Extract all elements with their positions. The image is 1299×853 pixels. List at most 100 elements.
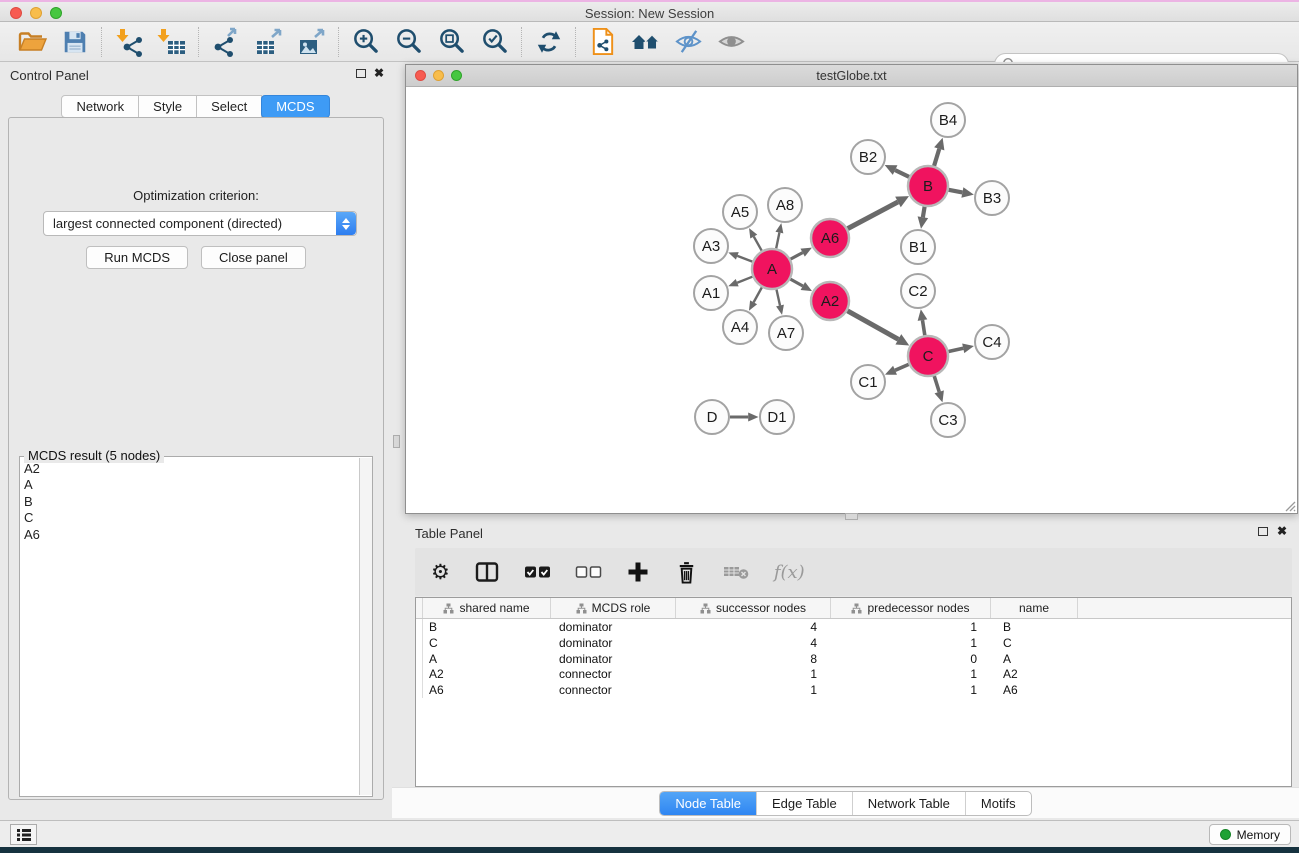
- tab-motifs[interactable]: Motifs: [965, 792, 1031, 815]
- tab-mcds[interactable]: MCDS: [261, 95, 329, 118]
- node-A3[interactable]: A3: [694, 229, 728, 263]
- list-item[interactable]: B: [24, 494, 354, 510]
- edge-D-D1[interactable]: [730, 413, 759, 422]
- table-row[interactable]: A6connector11A6: [416, 682, 1291, 698]
- table-row[interactable]: Adominator80A: [416, 651, 1291, 667]
- memory-button[interactable]: Memory: [1209, 824, 1291, 845]
- node-D[interactable]: D: [695, 400, 729, 434]
- tab-network-table[interactable]: Network Table: [852, 792, 965, 815]
- column-header[interactable]: MCDS role: [551, 598, 676, 618]
- deselect-all-button[interactable]: [575, 559, 602, 585]
- import-network-button[interactable]: [107, 25, 150, 59]
- import-table-button[interactable]: [150, 25, 193, 59]
- edge-A-A1[interactable]: [728, 277, 752, 287]
- edge-A-A7[interactable]: [776, 290, 784, 315]
- save-session-button[interactable]: [53, 25, 96, 59]
- run-mcds-button[interactable]: Run MCDS: [86, 246, 188, 269]
- column-header[interactable]: shared name: [423, 598, 551, 618]
- float-panel-icon[interactable]: [356, 69, 366, 78]
- go-home-button[interactable]: [624, 25, 667, 59]
- zoom-selected-button[interactable]: [473, 25, 516, 59]
- list-item[interactable]: A2: [24, 461, 354, 477]
- node-B2[interactable]: B2: [851, 140, 885, 174]
- node-B[interactable]: B: [908, 166, 948, 206]
- node-A1[interactable]: A1: [694, 276, 728, 310]
- edge-A-A5[interactable]: [749, 228, 762, 251]
- column-header[interactable]: predecessor nodes: [831, 598, 991, 618]
- edge-A-A4[interactable]: [749, 287, 762, 310]
- table-row[interactable]: Cdominator41C: [416, 635, 1291, 651]
- add-column-button[interactable]: [626, 560, 650, 584]
- window-resize-grip[interactable]: [1283, 499, 1296, 512]
- task-history-button[interactable]: [10, 824, 37, 845]
- table-row[interactable]: A2connector11A2: [416, 666, 1291, 682]
- edge-A-A2[interactable]: [790, 279, 812, 291]
- export-table-button[interactable]: [247, 25, 290, 59]
- node-C3[interactable]: C3: [931, 403, 965, 437]
- edge-B-B2[interactable]: [885, 165, 909, 177]
- tab-network[interactable]: Network: [61, 95, 139, 118]
- edge-B-B4[interactable]: [934, 138, 944, 166]
- node-A7[interactable]: A7: [769, 316, 803, 350]
- delete-column-button[interactable]: [674, 560, 699, 585]
- table-row[interactable]: Bdominator41B: [416, 619, 1291, 635]
- column-header[interactable]: successor nodes: [676, 598, 831, 618]
- node-C2[interactable]: C2: [901, 274, 935, 308]
- export-image-button[interactable]: [290, 25, 333, 59]
- result-scrollbar[interactable]: [359, 458, 372, 795]
- edge-B-B1[interactable]: [918, 207, 929, 229]
- zoom-out-button[interactable]: [387, 25, 430, 59]
- node-A2[interactable]: A2: [811, 282, 849, 320]
- table-settings-button[interactable]: ⚙: [431, 561, 450, 583]
- export-network-button[interactable]: [204, 25, 247, 59]
- list-item[interactable]: A6: [24, 527, 354, 543]
- edge-A2-C[interactable]: [847, 311, 909, 346]
- criterion-dropdown[interactable]: largest connected component (directed): [43, 211, 357, 236]
- edge-C-C4[interactable]: [949, 344, 974, 354]
- function-builder-button[interactable]: f(x): [774, 562, 805, 583]
- node-D1[interactable]: D1: [760, 400, 794, 434]
- list-item[interactable]: C: [24, 510, 354, 526]
- edge-C-C3[interactable]: [934, 376, 944, 402]
- network-window-titlebar[interactable]: testGlobe.txt: [406, 65, 1297, 87]
- horizontal-divider-handle[interactable]: [845, 513, 858, 520]
- close-table-panel-icon[interactable]: ✖: [1277, 525, 1287, 537]
- network-canvas[interactable]: B4 B2 B B3 A8 A5 A6 A3 B1 A C2 A1 A2 A4 A7 C4 C C1 C3 D D1: [406, 87, 1297, 513]
- node-C4[interactable]: C4: [975, 325, 1009, 359]
- vertical-divider-handle[interactable]: [393, 435, 400, 448]
- node-A4[interactable]: A4: [723, 310, 757, 344]
- tab-select[interactable]: Select: [196, 95, 262, 118]
- edge-C-C1[interactable]: [885, 364, 909, 374]
- node-A[interactable]: A: [752, 249, 792, 289]
- network-document-button[interactable]: [581, 25, 624, 59]
- edge-A6-B[interactable]: [848, 196, 909, 229]
- tab-node-table[interactable]: Node Table: [660, 792, 756, 815]
- edge-A-A8[interactable]: [775, 223, 783, 248]
- float-table-panel-icon[interactable]: [1258, 527, 1268, 536]
- zoom-in-button[interactable]: [344, 25, 387, 59]
- tab-edge-table[interactable]: Edge Table: [756, 792, 852, 815]
- hide-graphics-details-button[interactable]: [667, 25, 710, 59]
- node-A8[interactable]: A8: [768, 188, 802, 222]
- edge-A-A3[interactable]: [728, 252, 752, 261]
- node-B1[interactable]: B1: [901, 230, 935, 264]
- edge-B-B3[interactable]: [949, 187, 974, 198]
- node-A5[interactable]: A5: [723, 195, 757, 229]
- open-file-button[interactable]: [10, 25, 53, 59]
- list-item[interactable]: A: [24, 477, 354, 493]
- node-C[interactable]: C: [908, 336, 948, 376]
- edge-C-C2[interactable]: [918, 309, 928, 335]
- edge-A-A6[interactable]: [791, 248, 812, 259]
- node-B3[interactable]: B3: [975, 181, 1009, 215]
- show-columns-button[interactable]: [474, 559, 500, 585]
- node-C1[interactable]: C1: [851, 365, 885, 399]
- close-panel-button[interactable]: Close panel: [201, 246, 306, 269]
- tab-style[interactable]: Style: [138, 95, 197, 118]
- select-all-button[interactable]: [524, 559, 551, 585]
- column-header[interactable]: name: [991, 598, 1078, 618]
- node-A6[interactable]: A6: [811, 219, 849, 257]
- birds-eye-view-button[interactable]: [710, 25, 753, 59]
- close-panel-icon[interactable]: ✖: [374, 67, 384, 79]
- node-B4[interactable]: B4: [931, 103, 965, 137]
- zoom-fit-button[interactable]: [430, 25, 473, 59]
